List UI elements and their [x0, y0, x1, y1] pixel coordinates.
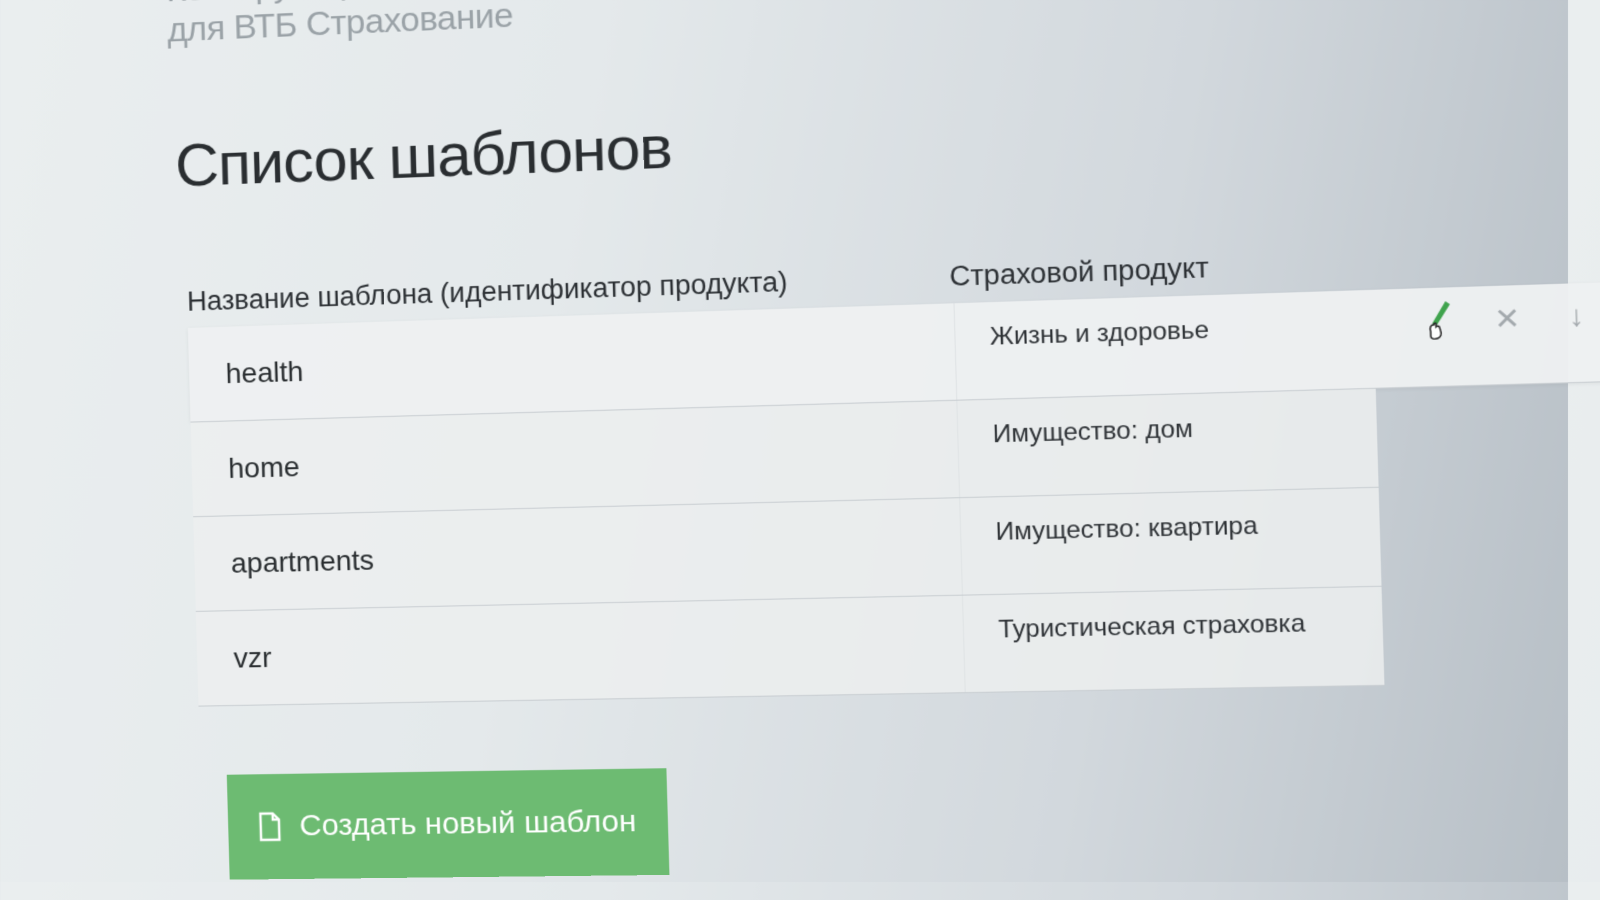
template-product: Имущество: дом: [992, 414, 1194, 449]
arrow-down-icon[interactable]: ↓: [1562, 298, 1592, 335]
template-name: apartments: [193, 498, 963, 611]
template-product: Жизнь и здоровье: [989, 316, 1210, 351]
templates-table: Название шаблона (идентификатор продукта…: [186, 226, 1600, 707]
app-header: Конструктор Passbook для ВТБ Страхование: [166, 0, 519, 51]
app-name-line2: для ВТБ Страхование: [166, 0, 514, 50]
create-template-label: Создать новый шаблон: [298, 804, 637, 843]
row-actions: ✕ ↓: [1423, 298, 1592, 339]
document-icon: [258, 811, 281, 842]
create-template-button[interactable]: Создать новый шаблон: [226, 768, 670, 880]
page-title: Список шаблонов: [174, 112, 673, 200]
template-name: vzr: [195, 595, 966, 706]
close-icon[interactable]: ✕: [1492, 300, 1522, 337]
screen: Конструктор Passbook для ВТБ Страхование…: [0, 0, 1600, 882]
template-product: Туристическая страховка: [997, 609, 1306, 644]
template-product: Имущество: квартира: [995, 511, 1259, 547]
pencil-icon[interactable]: [1423, 301, 1453, 339]
column-header-product: Страховой продукт: [949, 251, 1210, 292]
